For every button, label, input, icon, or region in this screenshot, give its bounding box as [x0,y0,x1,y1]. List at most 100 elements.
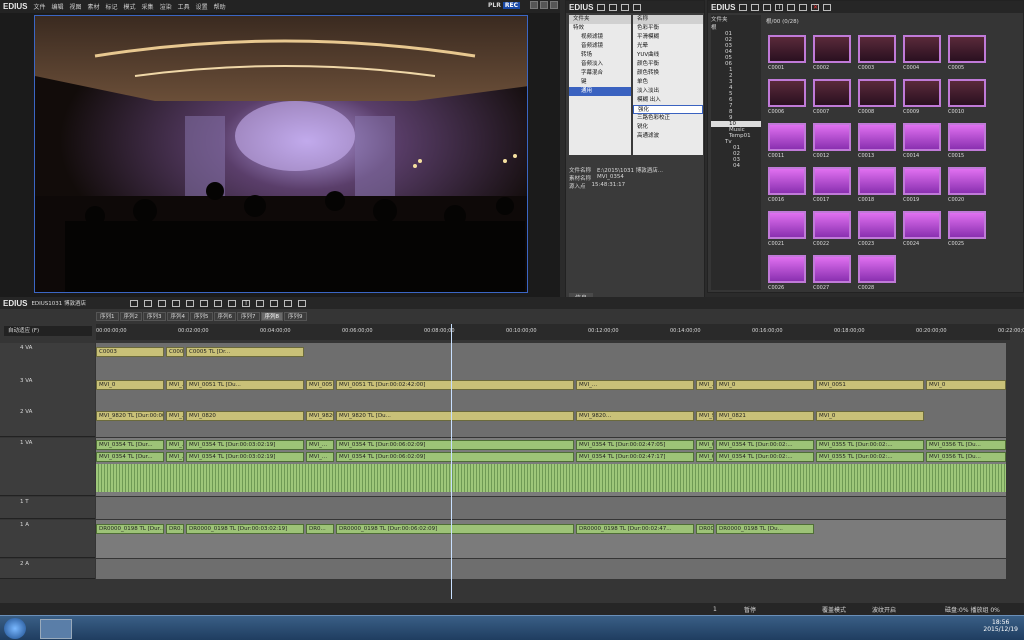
effect-item[interactable]: 锐化 [633,123,703,132]
track-header[interactable]: 4 VA [0,343,95,377]
clip-thumbnail[interactable] [948,79,986,107]
effects-tree-item[interactable]: 键 [569,78,631,87]
clip-thumbnail[interactable] [903,79,941,107]
timeline-clip[interactable]: C0005 TL [Dr... [186,347,304,357]
track-header[interactable]: 1 A [0,520,95,558]
timeline-clip[interactable]: MVI_9820 TL [Du... [336,411,574,421]
timeline-clip[interactable]: MVI_0821 [716,411,814,421]
clip-thumbnail[interactable] [813,79,851,107]
seq-tab[interactable]: 序列3 [143,312,166,321]
timeline-clip[interactable]: MVI_... [576,380,694,390]
timeline-clip[interactable]: MVI_... [306,440,334,450]
timeline-clip[interactable]: DR0000_0198 TL [Dur:00:03:02:19] [186,524,304,534]
track-header[interactable]: 1 VA [0,438,95,496]
timeline-clip[interactable]: MVI_0051 TL [Dur:00:02:42:00] [336,380,574,390]
delete-icon[interactable]: ✕ [811,3,820,11]
menu-settings[interactable]: 设置 [196,2,208,11]
view-icon[interactable] [823,3,832,11]
timeline-clip[interactable]: MVI_0051 TL [Dur:00:02:41:17] [306,380,334,390]
timeline-clip[interactable]: MVI_... [166,380,184,390]
clip-thumbnail[interactable] [948,211,986,239]
clip-thumbnail[interactable] [768,35,806,63]
clip-thumbnail[interactable] [903,35,941,63]
seq-tab-active[interactable]: 序列8 [260,312,283,321]
menu-render[interactable]: 渲染 [160,2,172,11]
clip-thumbnail[interactable] [768,255,806,283]
folder-icon[interactable] [597,3,606,11]
timeline-clip-audio[interactable]: MVI_0356 TL [Du... [926,452,1006,462]
timeline-clip-audio[interactable]: MVI_0355 TL [Dur:00:02:... [816,452,924,462]
clip-thumbnail[interactable] [948,123,986,151]
track-lane[interactable] [96,497,1006,519]
timeline-clip[interactable]: MVI_0356 TL [Du... [926,440,1006,450]
copy-icon[interactable] [799,3,808,11]
effects-tree-item[interactable]: 字幕混合 [569,69,631,78]
timeline-clip[interactable]: DR0000_0198 TL [Du... [716,524,814,534]
timeline-clip[interactable]: MVI_0354 TL [Dur:00:02:... [716,440,814,450]
playhead[interactable] [451,324,452,599]
status-overwrite[interactable]: 覆盖模式 [822,605,846,614]
seq-tab[interactable]: 序列2 [119,312,142,321]
clip-thumbnail[interactable] [858,167,896,195]
timeline-clip[interactable]: DR0... [166,524,184,534]
timeline-clip[interactable]: MVI_0820 [186,411,304,421]
timeline-clip[interactable]: MVI_9820 [306,411,334,421]
clip-thumbnail[interactable] [813,255,851,283]
effect-item[interactable]: 淡入淡出 [633,87,703,96]
clip-thumbnail[interactable] [903,167,941,195]
paste-icon[interactable] [200,299,209,307]
effect-item[interactable]: 三路色彩校正 [633,114,703,123]
clip-thumbnail[interactable] [768,123,806,151]
folder-icon[interactable] [739,3,748,11]
timeline-clip[interactable]: MVI_0 [926,380,1006,390]
time-ruler[interactable]: 00:00:00;00 00:02:00;00 00:04:00;00 00:06:0… [96,324,1024,340]
clip-thumbnail[interactable] [813,123,851,151]
clip-thumbnail[interactable] [858,35,896,63]
status-ripple[interactable]: 波纹开启 [872,605,896,614]
minimize-icon[interactable] [530,1,538,9]
timeline-clip[interactable]: C0005 TL [Du... [166,347,184,357]
plr-label[interactable]: PLR [488,2,501,9]
track-header[interactable]: 3 VA [0,376,95,408]
timeline-clip[interactable]: MVI_0354 [696,440,714,450]
menu-view[interactable]: 视图 [69,2,81,11]
close-icon[interactable] [550,1,558,9]
settings-icon[interactable] [298,299,307,307]
bin-folder[interactable]: 04 [711,163,761,169]
undo-icon[interactable] [214,299,223,307]
plr-rec-indicator[interactable]: PLR REC [488,2,520,9]
cut-icon[interactable] [172,299,181,307]
effect-item[interactable]: YUV曲线 [633,51,703,60]
timeline-clip-audio[interactable]: MVI_0354 TL [Dur:00:06:02:09] [336,452,574,462]
effect-item[interactable]: 强化 [633,105,703,114]
start-button[interactable] [4,618,26,639]
new-icon[interactable] [130,299,139,307]
maximize-icon[interactable] [540,1,548,9]
copy-icon[interactable] [186,299,195,307]
timeline-clip-audio[interactable]: MVI_... [166,452,184,462]
timeline-clip[interactable]: MVI_0051 [816,380,924,390]
menu-capture[interactable]: 采集 [142,2,154,11]
clip-thumbnail[interactable] [858,211,896,239]
search-icon[interactable] [751,3,760,11]
effect-item[interactable]: 颜色平衡 [633,60,703,69]
menu-help[interactable]: 帮助 [214,2,226,11]
clip-thumbnail[interactable] [813,35,851,63]
properties-icon[interactable] [633,3,642,11]
seq-tab[interactable]: 序列4 [166,312,189,321]
seq-tab[interactable]: 序列7 [237,312,260,321]
effects-tree-item[interactable]: 通用 [569,87,631,96]
effects-tree-item[interactable]: 转场 [569,51,631,60]
title-icon[interactable]: T [242,299,251,307]
effects-tree-item[interactable]: 音频淡入 [569,60,631,69]
timeline-clip[interactable]: DR0000_0198 TL [Dur:00:06:02:09] [336,524,574,534]
fit-mode[interactable]: 自动适应 (F) [4,326,92,336]
save-icon[interactable] [158,299,167,307]
timeline-clip-audio[interactable]: MVI_0354 TL [Dur:00:02:47:17] [576,452,694,462]
clip-thumbnail[interactable] [858,123,896,151]
menu-clip[interactable]: 素材 [88,2,100,11]
track-header[interactable]: 2 VA [0,407,95,437]
clip-thumbnail[interactable] [903,211,941,239]
menu-edit[interactable]: 编辑 [51,2,63,11]
effect-item[interactable]: 高通滤波 [633,132,703,141]
